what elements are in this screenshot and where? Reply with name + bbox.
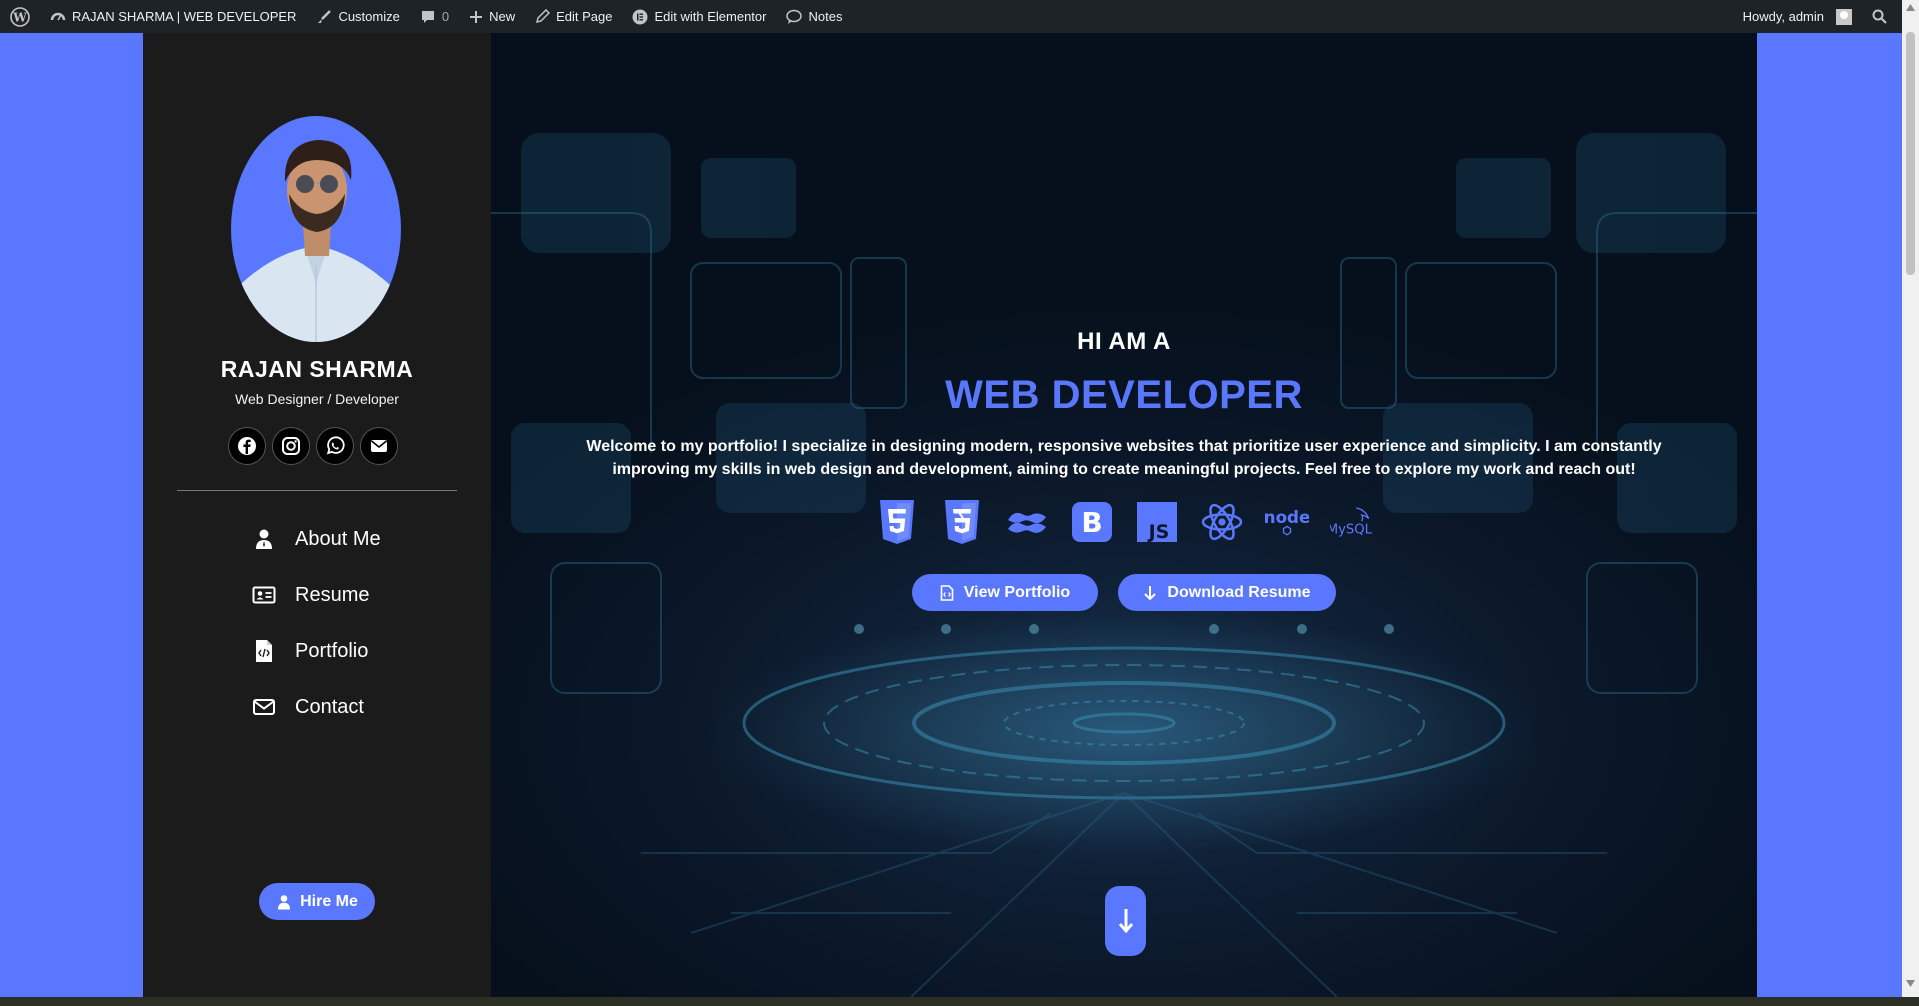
hire-me-button[interactable]: Hire Me	[259, 883, 375, 920]
user-icon	[251, 528, 277, 550]
bootstrap-letter: B	[1081, 506, 1102, 539]
nodejs-text: node	[1265, 507, 1309, 527]
nodejs-icon: node	[1265, 498, 1309, 546]
email-link[interactable]	[360, 427, 398, 465]
user-icon	[278, 894, 291, 909]
page-scrollbar[interactable]	[1902, 0, 1919, 997]
tech-stack: B JS node MySQL	[491, 498, 1757, 546]
plus-icon	[470, 10, 483, 23]
scroll-up-arrow-icon[interactable]	[1906, 4, 1915, 11]
instagram-link[interactable]	[272, 427, 310, 465]
customize-link[interactable]: Customize	[306, 0, 409, 33]
social-links	[228, 427, 398, 465]
notes-link[interactable]: Notes	[776, 0, 852, 33]
site-name-link[interactable]: RAJAN SHARMA | WEB DEVELOPER	[40, 0, 306, 33]
whatsapp-icon	[326, 436, 345, 455]
profile-name: RAJAN SHARMA	[220, 356, 414, 382]
edit-page-link[interactable]: Edit Page	[525, 0, 622, 33]
envelope-icon	[251, 697, 277, 717]
elementor-icon	[632, 9, 648, 24]
nav-label-contact: Contact	[295, 695, 364, 718]
email-icon	[371, 440, 387, 452]
notes-label: Notes	[808, 9, 843, 24]
view-portfolio-button[interactable]: View Portfolio	[912, 574, 1098, 611]
arrow-down-icon	[1144, 585, 1157, 600]
hero-content: HI AM A WEB DEVELOPER Welcome to my port…	[491, 33, 1757, 997]
sidebar-divider	[177, 490, 457, 491]
scroll-down-button[interactable]	[1105, 886, 1146, 956]
edit-elementor-link[interactable]: Edit with Elementor	[622, 0, 776, 33]
nav-label-resume: Resume	[295, 583, 370, 606]
edit-page-label: Edit Page	[556, 9, 613, 24]
nav-label-portfolio: Portfolio	[295, 639, 369, 662]
whatsapp-link[interactable]	[316, 427, 354, 465]
sidebar: RAJAN SHARMA Web Designer / Developer Ab…	[143, 33, 491, 997]
comment-icon	[421, 10, 434, 23]
scroll-down-arrow-icon[interactable]	[1906, 980, 1915, 987]
hero-section: HI AM A WEB DEVELOPER Welcome to my port…	[491, 33, 1757, 997]
hero-intro-text: Welcome to my portfolio! I specialize in…	[586, 438, 1662, 478]
customize-label: Customize	[338, 9, 400, 24]
long-arrow-down-icon	[1118, 909, 1133, 934]
hero-buttons: View Portfolio Download Resume	[491, 574, 1757, 611]
nav-item-about-me[interactable]: About Me	[251, 511, 381, 567]
speech-bubble-icon	[786, 9, 803, 24]
download-resume-button[interactable]: Download Resume	[1118, 574, 1336, 611]
edit-elementor-label: Edit with Elementor	[654, 9, 767, 24]
mysql-icon: MySQL	[1330, 498, 1374, 546]
html5-icon	[875, 498, 919, 546]
admin-avatar	[1836, 8, 1852, 25]
pencil-icon	[536, 9, 551, 24]
facebook-link[interactable]	[228, 427, 266, 465]
comments-count: 0	[441, 9, 450, 24]
download-resume-label: Download Resume	[1167, 583, 1311, 601]
facebook-icon	[238, 437, 256, 455]
id-card-icon	[251, 585, 277, 605]
bootstrap-icon: B	[1070, 498, 1114, 546]
dashboard-icon	[50, 12, 66, 20]
svg-text:W: W	[12, 10, 27, 24]
javascript-icon: JS	[1135, 498, 1179, 546]
site-name: RAJAN SHARMA | WEB DEVELOPER	[72, 9, 297, 24]
code-file-icon	[251, 639, 277, 663]
brush-icon	[318, 9, 332, 23]
hero-title: WEB DEVELOPER	[945, 373, 1303, 417]
view-portfolio-label: View Portfolio	[963, 583, 1071, 601]
mysql-text: MySQL	[1330, 522, 1373, 537]
profile-photo	[231, 116, 401, 342]
new-label: New	[489, 9, 516, 24]
tailwind-icon	[1005, 498, 1049, 546]
profile-role: Web Designer / Developer	[235, 391, 399, 407]
react-icon	[1200, 498, 1244, 546]
file-code-icon	[940, 584, 954, 601]
howdy-label: Howdy, admin	[1742, 9, 1824, 24]
comments-link[interactable]: 0	[410, 0, 459, 33]
bottom-strip	[0, 997, 1919, 1006]
sidebar-nav: About Me Resume Portfolio Contact	[251, 511, 381, 735]
search-icon	[1872, 9, 1887, 24]
scrollbar-thumb[interactable]	[1906, 32, 1915, 275]
nav-item-portfolio[interactable]: Portfolio	[251, 623, 381, 679]
hire-me-label: Hire Me	[300, 892, 358, 910]
wordpress-logo-icon[interactable]: W	[0, 0, 40, 33]
instagram-icon	[282, 437, 300, 455]
javascript-letters: JS	[1146, 521, 1169, 543]
hero-greeting: HI AM A	[1077, 328, 1171, 355]
nav-item-contact[interactable]: Contact	[251, 679, 381, 735]
admin-bar: W RAJAN SHARMA | WEB DEVELOPER Customize…	[0, 0, 1919, 33]
account-menu[interactable]: Howdy, admin	[1733, 0, 1862, 33]
nav-label-about-me: About Me	[295, 527, 381, 550]
nav-item-resume[interactable]: Resume	[251, 567, 381, 623]
new-content-link[interactable]: New	[459, 0, 525, 33]
css3-icon	[940, 498, 984, 546]
